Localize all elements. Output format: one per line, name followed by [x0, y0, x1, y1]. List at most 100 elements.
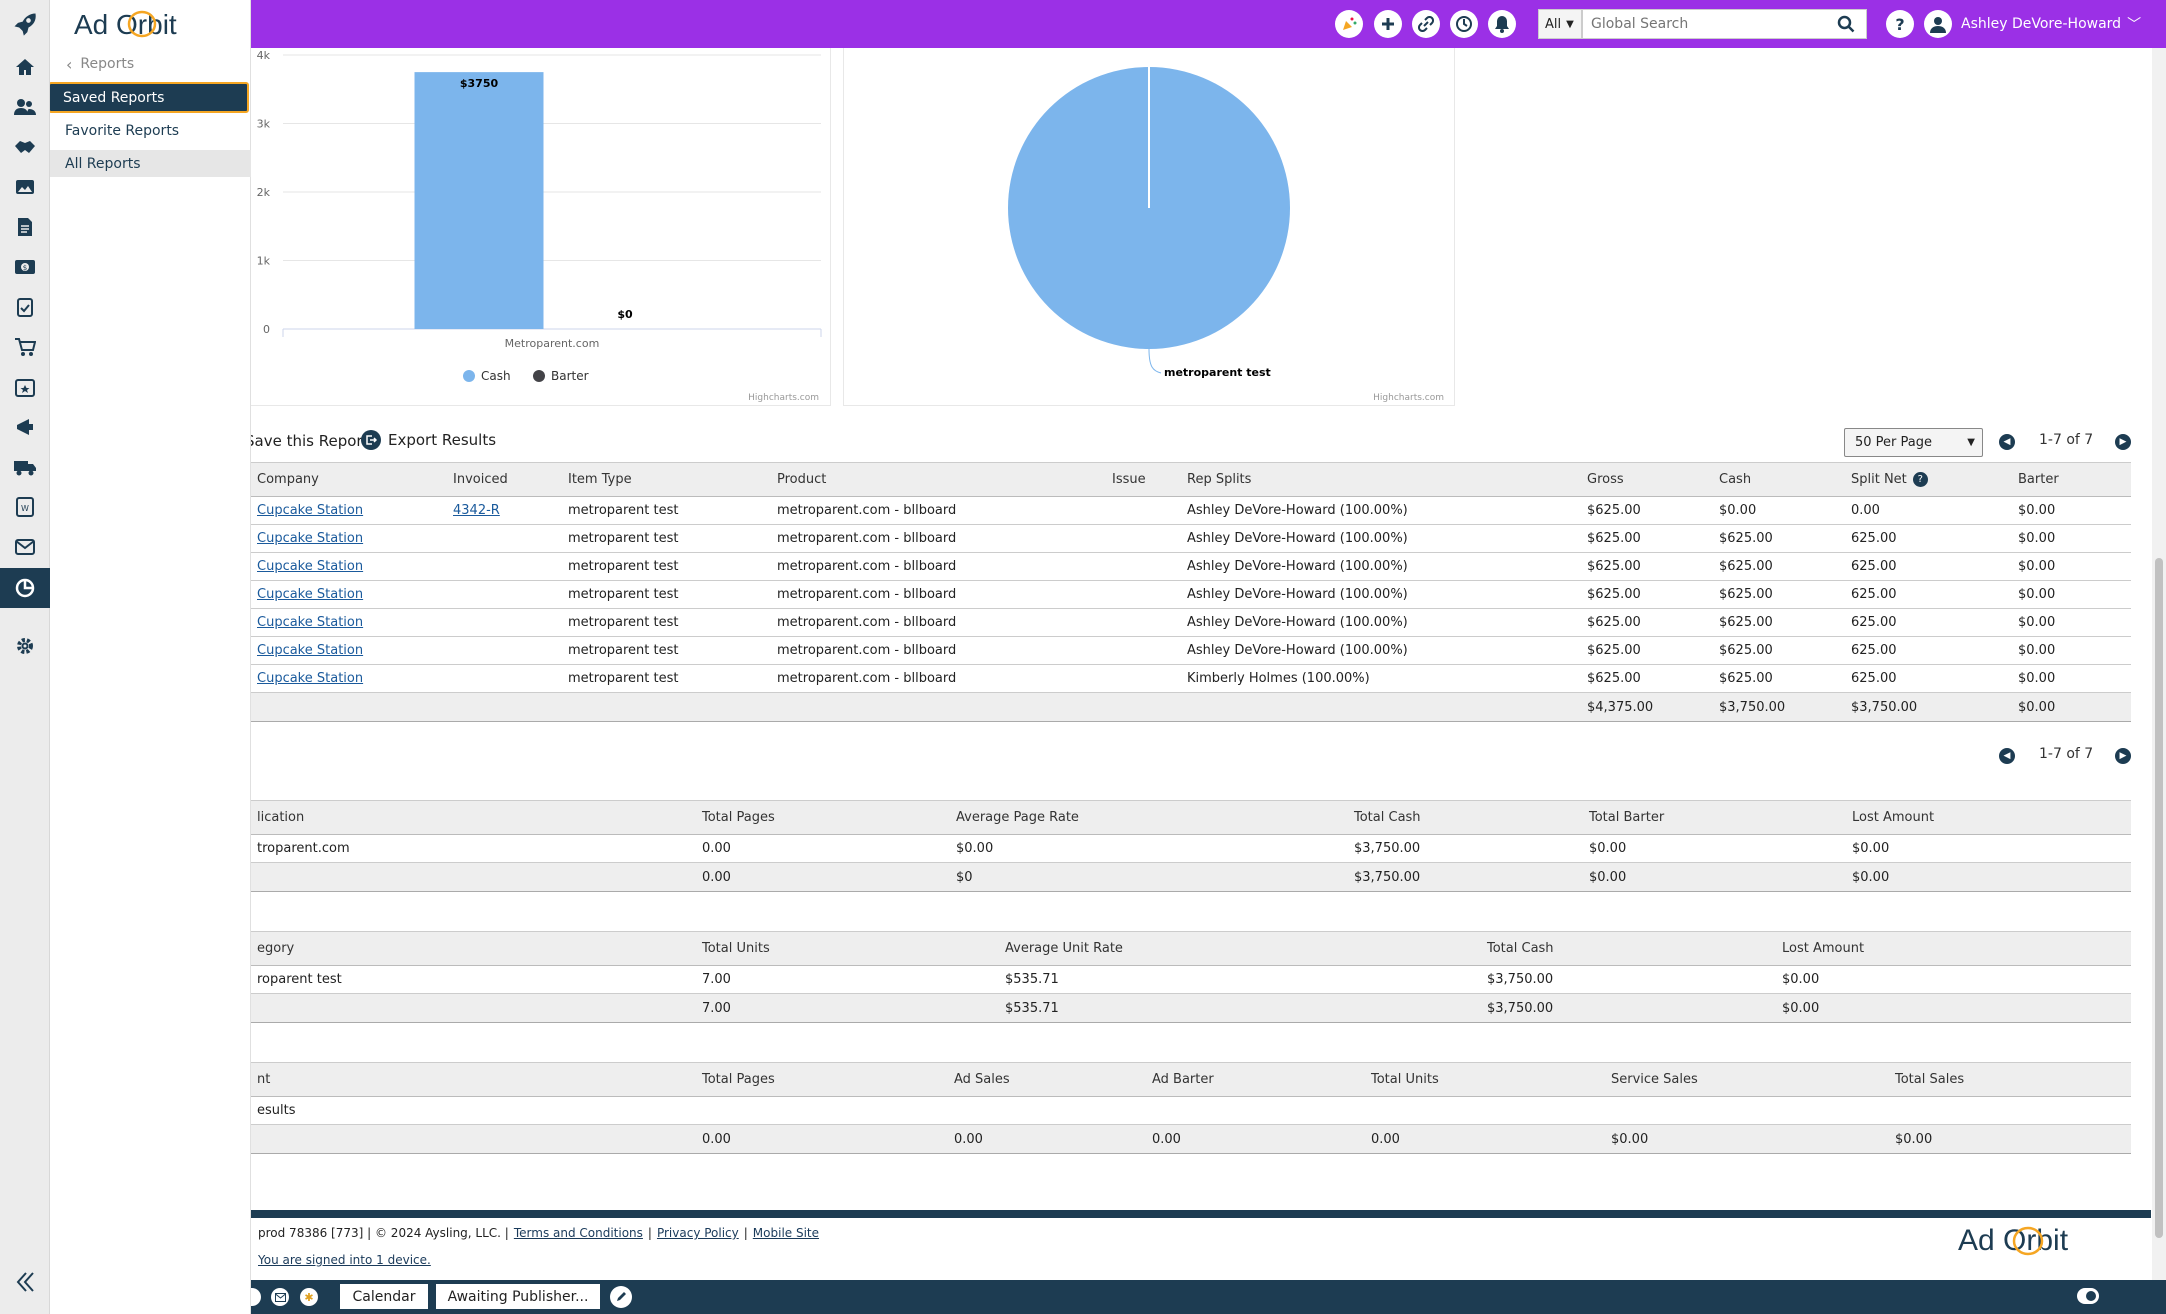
global-search-input[interactable]	[1583, 10, 1833, 38]
scrollbar[interactable]	[2152, 48, 2166, 1280]
legend-item[interactable]: Cash	[481, 369, 511, 383]
gallery-icon[interactable]	[0, 167, 50, 207]
menu-item-favorite-reports[interactable]: Favorite Reports	[50, 116, 251, 146]
publication_summary-col-header[interactable]: Lost Amount	[1846, 800, 2131, 835]
table-cell: Cupcake Station	[251, 552, 447, 581]
category_summary-col-header[interactable]: Lost Amount	[1776, 931, 2131, 966]
per-page-select[interactable]: 50 Per Page ▼	[1844, 428, 1983, 457]
signed-in-devices[interactable]: You are signed into 1 device.	[258, 1253, 431, 1267]
back-to-reports[interactable]: ‹ Reports	[66, 54, 134, 74]
terms-link[interactable]: Terms and Conditions	[514, 1226, 643, 1240]
results-col-header[interactable]: Item Type	[562, 462, 771, 497]
link-icon[interactable]	[1412, 10, 1440, 38]
rocket-icon[interactable]	[0, 4, 50, 44]
rep_summary-col-header[interactable]: Service Sales	[1605, 1062, 1889, 1097]
announcement-icon[interactable]	[1335, 10, 1363, 38]
results-col-header[interactable]: Cash	[1713, 462, 1845, 497]
rep_summary-col-header[interactable]: Total Pages	[696, 1062, 948, 1097]
mobile-site-link[interactable]: Mobile Site	[753, 1226, 819, 1240]
category_summary-col-header[interactable]: Total Units	[696, 931, 999, 966]
bell-icon[interactable]	[1488, 10, 1516, 38]
results-col-header[interactable]: Split Net?	[1845, 462, 2012, 497]
company-link[interactable]: Cupcake Station	[257, 587, 363, 602]
rep_summary-col-header[interactable]: Ad Barter	[1146, 1062, 1365, 1097]
results-col-header[interactable]: Invoiced	[447, 462, 562, 497]
table-cell	[1106, 496, 1181, 525]
legend-item[interactable]: Barter	[551, 369, 589, 383]
tasks-icon[interactable]	[0, 287, 50, 327]
campaign-icon[interactable]	[0, 407, 50, 447]
mail-icon[interactable]	[0, 527, 50, 567]
company-link[interactable]: Cupcake Station	[257, 559, 363, 574]
app-logo[interactable]: Ad Orbit	[74, 8, 177, 42]
cart-icon[interactable]	[0, 327, 50, 367]
taskbar-tab-awaiting-publisher[interactable]: Awaiting Publisher...	[436, 1284, 600, 1309]
global-search-field[interactable]	[1582, 9, 1867, 39]
results-col-header[interactable]: Issue	[1106, 462, 1181, 497]
total-cell: 0.00	[696, 1124, 948, 1154]
orders-icon[interactable]	[0, 207, 50, 247]
rep_summary-col-header[interactable]: Total Units	[1365, 1062, 1605, 1097]
help-icon[interactable]: ?	[1886, 10, 1914, 38]
chart-credit[interactable]: Highcharts.com	[1373, 393, 1444, 403]
menu-item-saved-reports[interactable]: Saved Reports	[48, 82, 249, 113]
billing-icon[interactable]: $	[0, 247, 50, 287]
taskbar-icon-b[interactable]: ✱	[300, 1288, 318, 1306]
category_summary-col-header[interactable]: Total Cash	[1481, 931, 1776, 966]
history-icon[interactable]	[1450, 10, 1478, 38]
company-link[interactable]: Cupcake Station	[257, 503, 363, 518]
bar-cash[interactable]	[414, 72, 544, 329]
publication_summary-col-header[interactable]: Average Page Rate	[950, 800, 1348, 835]
category_summary-col-header[interactable]: egory	[251, 931, 696, 966]
company-link[interactable]: Cupcake Station	[257, 615, 363, 630]
user-menu[interactable]: Ashley DeVore-Howard ﹀	[1924, 10, 2141, 38]
company-link[interactable]: Cupcake Station	[257, 531, 363, 546]
deals-icon[interactable]	[0, 127, 50, 167]
publication_summary-col-header[interactable]: Total Barter	[1583, 800, 1846, 835]
mail-icon[interactable]	[271, 1288, 289, 1306]
save-report-button[interactable]: Save this Report	[251, 431, 368, 451]
results-col-header[interactable]: Gross	[1581, 462, 1713, 497]
search-icon[interactable]	[1837, 15, 1855, 33]
results-col-header[interactable]: Barter	[2012, 462, 2131, 497]
publication_summary-col-header[interactable]: Total Pages	[696, 800, 950, 835]
settings-icon[interactable]	[0, 626, 50, 666]
menu-item-all-reports[interactable]: All Reports	[50, 150, 251, 177]
next-page-icon[interactable]: ▶	[2115, 434, 2131, 450]
delivery-icon[interactable]	[0, 447, 50, 487]
taskbar-icon-a[interactable]	[251, 1288, 261, 1306]
results-col-header[interactable]: Company	[251, 462, 447, 497]
scrollbar-thumb[interactable]	[2155, 558, 2163, 1238]
search-scope-select[interactable]: All ▼	[1538, 9, 1582, 39]
invoice-link[interactable]: 4342-R	[453, 503, 500, 518]
export-results-button[interactable]: Export Results	[361, 429, 496, 451]
prev-page-icon[interactable]: ◀	[1999, 748, 2015, 764]
calendar-icon[interactable]	[0, 367, 50, 407]
home-icon[interactable]	[0, 47, 50, 87]
results-col-header[interactable]: Product	[771, 462, 1106, 497]
toggle-icon[interactable]	[2077, 1288, 2099, 1304]
help-icon[interactable]: ?	[1912, 472, 1928, 487]
privacy-link[interactable]: Privacy Policy	[657, 1226, 739, 1240]
chart-credit[interactable]: Highcharts.com	[748, 393, 819, 403]
company-link[interactable]: Cupcake Station	[257, 643, 363, 658]
table-cell: Cupcake Station	[251, 496, 447, 525]
publication_summary-col-header[interactable]: lication	[251, 800, 696, 835]
table-cell	[447, 580, 562, 609]
next-page-icon[interactable]: ▶	[2115, 748, 2131, 764]
rep_summary-col-header[interactable]: Total Sales	[1889, 1062, 2131, 1097]
collapse-sidebar-icon[interactable]	[15, 1271, 35, 1293]
reports-icon[interactable]	[0, 568, 50, 608]
contacts-icon[interactable]	[0, 87, 50, 127]
add-icon[interactable]	[1374, 10, 1402, 38]
forms-icon[interactable]: W	[0, 487, 50, 527]
prev-page-icon[interactable]: ◀	[1999, 434, 2015, 450]
company-link[interactable]: Cupcake Station	[257, 671, 363, 686]
rep_summary-col-header[interactable]: nt	[251, 1062, 696, 1097]
rep_summary-col-header[interactable]: Ad Sales	[948, 1062, 1146, 1097]
taskbar-tab-calendar[interactable]: Calendar	[340, 1284, 428, 1309]
edit-icon[interactable]	[610, 1286, 632, 1308]
results-col-header[interactable]: Rep Splits	[1181, 462, 1581, 497]
category_summary-col-header[interactable]: Average Unit Rate	[999, 931, 1481, 966]
publication_summary-col-header[interactable]: Total Cash	[1348, 800, 1583, 835]
